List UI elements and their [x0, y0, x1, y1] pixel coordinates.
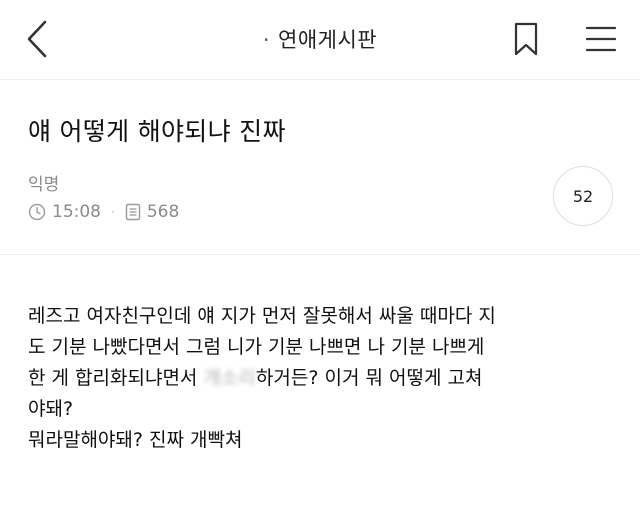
divider — [0, 254, 640, 255]
post-body: 레즈고 여자친구인데 얘 지가 먼저 잘못해서 싸울 때마다 지 도 기분 나빴… — [28, 301, 618, 456]
views-document-icon — [125, 203, 141, 221]
post-meta: 15:08 · 568 — [28, 199, 179, 225]
meta-separator: · — [111, 205, 115, 219]
post-title: 얘 어떻게 해야되냐 진짜 — [28, 117, 286, 146]
post-page: · 연애게시판 얘 어떻게 해야되냐 진짜 익명 15:08 · 568 52 … — [0, 0, 640, 509]
top-bar: · 연애게시판 — [0, 0, 640, 80]
post-body-line: 한 게 합리화되냐면서 개소리하거든? 이거 뭐 어떻게 고쳐 — [28, 363, 618, 394]
post-time: 15:08 — [52, 202, 101, 222]
bookmark-icon — [514, 22, 538, 56]
comment-count-button[interactable]: 52 — [553, 166, 613, 226]
post-views: 568 — [146, 202, 180, 222]
bookmark-button[interactable] — [504, 16, 548, 62]
post-body-line: 야돼? — [28, 398, 74, 420]
board-title-dot: · — [262, 28, 271, 52]
board-title-text: 연애게시판 — [278, 28, 378, 52]
post-body-line: 도 기분 나빴다면서 그럼 니가 기분 나쁘면 나 기분 나쁘게 — [28, 336, 485, 358]
post-author: 익명 — [28, 175, 60, 195]
post-body-line: 뭐라말해야돼? 진짜 개빡쳐 — [28, 429, 243, 451]
hamburger-menu-icon — [585, 26, 617, 52]
menu-button[interactable] — [576, 16, 626, 62]
comment-count: 52 — [572, 186, 594, 206]
censored-text: 개소리 — [203, 367, 256, 389]
post-body-text: 하거든? 이거 뭐 어떻게 고쳐 — [255, 367, 483, 389]
post-body-line: 레즈고 여자친구인데 얘 지가 먼저 잘못해서 싸울 때마다 지 — [28, 305, 496, 327]
post-body-text: 한 게 합리화되냐면서 — [28, 367, 204, 389]
clock-icon — [28, 203, 46, 221]
